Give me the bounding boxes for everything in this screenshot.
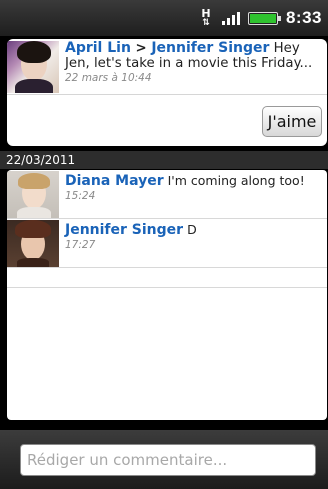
divider (7, 287, 327, 288)
comment-author-link[interactable]: Diana Mayer (65, 173, 164, 189)
network-activity-icon: H ⇅ (200, 6, 212, 28)
post-timestamp: 22 mars à 10:44 (65, 72, 152, 84)
comment-text: Diana Mayer I'm coming along too! 15:24 (65, 173, 323, 203)
like-button[interactable]: J'aime (262, 106, 322, 137)
avatar[interactable] (7, 41, 59, 93)
post-card: April Lin > Jennifer Singer Hey Jen, let… (7, 39, 327, 146)
comment-input[interactable] (20, 444, 316, 476)
post-separator: > (130, 41, 152, 56)
avatar[interactable] (7, 220, 59, 267)
comments-list: Diana Mayer I'm coming along too! 15:24 … (7, 170, 327, 420)
battery-level (249, 13, 276, 23)
comment-time: 17:27 (65, 239, 96, 251)
avatar[interactable] (7, 171, 59, 218)
divider (7, 94, 327, 95)
status-clock: 8:33 (285, 8, 322, 27)
network-arrows: ⇅ (202, 17, 210, 28)
signal-icon (221, 11, 240, 25)
comment-row[interactable]: Jennifer Singer D 17:27 (7, 219, 327, 268)
comment-message: D (187, 222, 197, 237)
network-type-label: H (201, 6, 211, 20)
composer-bar (0, 430, 328, 489)
post-recipient-link[interactable]: Jennifer Singer (151, 40, 269, 56)
status-bar: H ⇅ 8:33 (0, 0, 328, 36)
post-text: April Lin > Jennifer Singer Hey Jen, let… (65, 41, 325, 85)
date-header: 22/03/2011 (0, 151, 328, 169)
comment-message: I'm coming along too! (167, 173, 305, 188)
comment-author-link[interactable]: Jennifer Singer (65, 222, 183, 238)
post-author-link[interactable]: April Lin (65, 40, 131, 56)
comment-time: 15:24 (65, 190, 96, 202)
post-row[interactable]: April Lin > Jennifer Singer Hey Jen, let… (7, 39, 327, 94)
comment-text: Jennifer Singer D 17:27 (65, 222, 323, 252)
battery-icon (247, 11, 281, 25)
comment-row[interactable]: Diana Mayer I'm coming along too! 15:24 (7, 170, 327, 219)
